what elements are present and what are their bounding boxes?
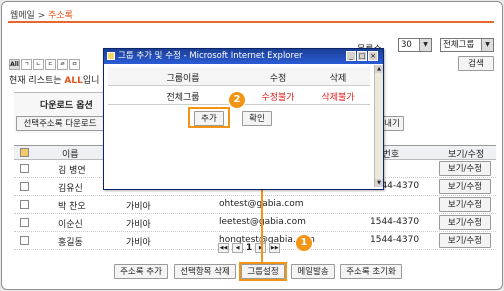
row-name[interactable]: 홍길동 [58, 235, 83, 248]
group-name: 전체그룹 [166, 93, 200, 103]
list-info-suffix: 입니 [82, 76, 100, 86]
popup-title-bar: 그룹 추가 및 수정 - Microsoft Internet Explorer… [104, 49, 383, 64]
row-name[interactable]: 김 병연 [58, 163, 86, 176]
callout-badge-1: 1 [295, 234, 313, 252]
group-edit-header: 수정 [269, 74, 287, 84]
row-name[interactable]: 박 찬오 [58, 199, 86, 212]
view-edit-button[interactable]: 보기/수정 [439, 179, 491, 194]
chevron-down-icon: ▼ [419, 39, 431, 51]
alpha-rieul[interactable]: ㄹ [57, 59, 68, 70]
callout-badge-2: 2 [228, 91, 246, 109]
group-settings-highlight [239, 262, 287, 281]
table-row: 이순신 가비아 leetest@gabia.com 1544-4370 보기/수… [14, 213, 496, 232]
row-company: 가비아 [126, 238, 151, 248]
alpha-giyeok[interactable]: ㄱ [21, 59, 32, 70]
breadcrumb-current: 주소록 [48, 11, 73, 21]
address-book-page: 웹메일 > 주소록 목록수 30▼ 전체그룹▼ 검색 All ㄱ ㄴ ㄷ ㄹ ㅁ… [1, 1, 503, 290]
row-company: 가비아 [126, 220, 151, 230]
popup-scrollbar[interactable]: ▲ ▼ [374, 65, 383, 187]
breadcrumb: 웹메일 > 주소록 [10, 8, 73, 21]
alpha-digeut[interactable]: ㄷ [45, 59, 56, 70]
row-checkbox[interactable] [20, 182, 29, 191]
group-edit-status: 수정불가 [261, 93, 295, 103]
current-page[interactable]: 1 [246, 243, 252, 253]
row-checkbox[interactable] [20, 200, 29, 209]
close-icon[interactable]: × [368, 51, 378, 61]
select-all-checkbox[interactable] [20, 148, 29, 157]
breadcrumb-separator: > [34, 11, 49, 21]
view-edit-button[interactable]: 보기/수정 [439, 161, 491, 176]
per-page-value: 30 [401, 40, 412, 50]
prev-page-icon[interactable]: ◀ [232, 243, 243, 253]
last-page-icon[interactable]: ▶▶ [269, 243, 281, 253]
download-selected-button[interactable]: 선택주소록 다운로드 [16, 116, 104, 131]
alphabet-filter: All ㄱ ㄴ ㄷ ㄹ ㅁ [9, 59, 80, 70]
row-company: 가비아 [126, 202, 151, 212]
group-name-header: 그룹이름 [166, 74, 200, 84]
scroll-up-icon[interactable]: ▲ [375, 65, 383, 73]
row-checkbox[interactable] [20, 218, 29, 227]
alpha-mieum[interactable]: ㅁ [69, 59, 80, 70]
download-options-title: 다운로드 옵션 [40, 101, 93, 111]
row-phone: 1544-4370 [370, 235, 420, 245]
group-select[interactable]: 전체그룹 ▼ [440, 38, 494, 52]
row-checkbox[interactable] [20, 164, 29, 173]
per-page-select[interactable]: 30 ▼ [398, 38, 432, 52]
list-info: 현재 리스트는 ALL입니 [9, 73, 99, 86]
group-edit-popup: 그룹 추가 및 수정 - Microsoft Internet Explorer… [103, 48, 384, 190]
row-name[interactable]: 김유신 [58, 181, 83, 194]
view-edit-button[interactable]: 보기/수정 [439, 215, 491, 230]
add-contact-button[interactable]: 주소록 추가 [114, 264, 168, 279]
view-edit-button[interactable]: 보기/수정 [439, 233, 491, 248]
group-delete-status: 삭제불가 [321, 93, 355, 103]
reset-address-book-button[interactable]: 주소록 초기화 [340, 264, 402, 279]
chevron-down-icon: ▼ [481, 39, 493, 51]
list-info-prefix: 현재 리스트는 [9, 76, 65, 86]
maximize-icon[interactable]: □ [357, 51, 367, 61]
table-row: 박 찬오 가비아 ohtest@gabia.com 보기/수정 [14, 195, 496, 214]
view-edit-button[interactable]: 보기/수정 [439, 197, 491, 212]
group-select-value: 전체그룹 [443, 40, 475, 50]
send-mail-button[interactable]: 메일발송 [291, 264, 335, 279]
group-delete-header: 삭제 [329, 74, 347, 84]
pagination: ◀◀ ◀ 1 ▶ ▶▶ [218, 243, 281, 253]
search-button[interactable]: 검색 [458, 56, 494, 71]
add-group-highlight [188, 107, 230, 128]
row-phone: 1544-4370 [370, 217, 420, 227]
alpha-nieun[interactable]: ㄴ [33, 59, 44, 70]
popup-title: 그룹 추가 및 수정 - Microsoft Internet Explorer [118, 51, 303, 61]
minimize-icon[interactable]: _ [346, 51, 356, 61]
alpha-all[interactable]: All [9, 59, 20, 70]
group-table-header: 그룹이름 수정 삭제 [108, 67, 370, 86]
list-info-highlight: ALL [64, 76, 83, 86]
row-checkbox[interactable] [20, 236, 29, 245]
row-name[interactable]: 이순신 [58, 217, 83, 230]
first-page-icon[interactable]: ◀◀ [218, 243, 229, 253]
ie-page-icon [107, 52, 115, 60]
confirm-button[interactable]: 확인 [242, 111, 272, 126]
header-divider [8, 21, 494, 23]
delete-selected-button[interactable]: 선택항목 삭제 [174, 264, 236, 279]
scroll-down-icon[interactable]: ▼ [375, 179, 383, 187]
breadcrumb-root[interactable]: 웹메일 [10, 11, 35, 21]
